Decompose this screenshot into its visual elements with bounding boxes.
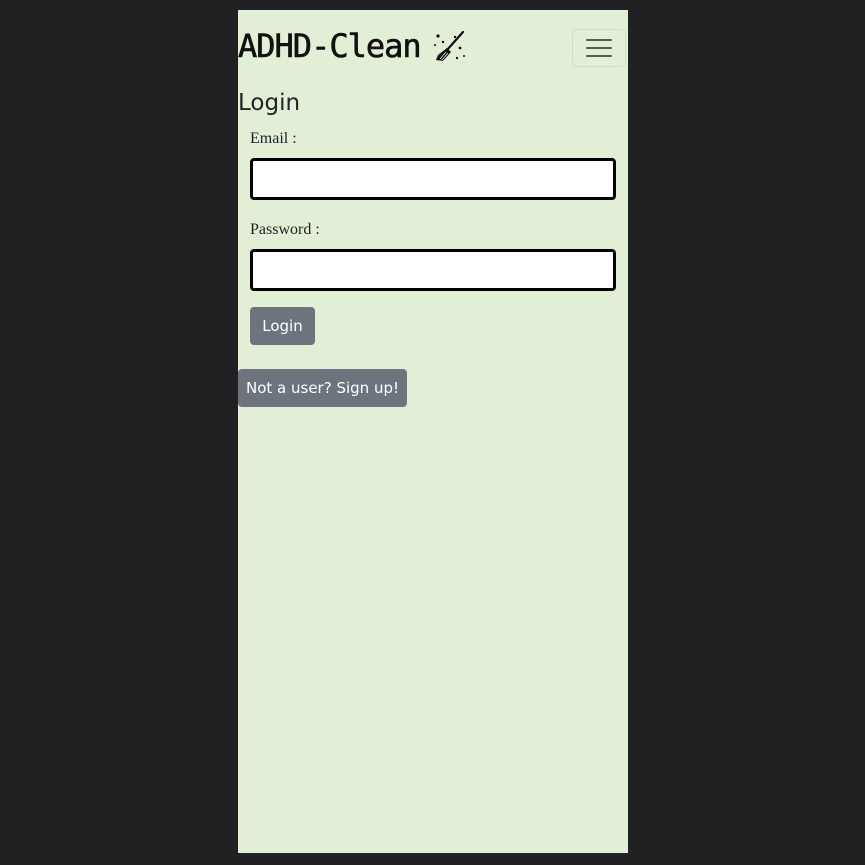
signup-button[interactable]: Not a user? Sign up!: [238, 369, 407, 407]
broom-icon: [433, 28, 467, 64]
hamburger-menu-icon: [586, 39, 612, 57]
page-title: Login: [238, 90, 301, 116]
app-viewport: ADHD-Clean Login Email: Password: Logi…: [238, 10, 628, 853]
password-label: Password :: [250, 221, 320, 238]
email-field[interactable]: [250, 158, 616, 200]
navbar: ADHD-Clean: [238, 10, 628, 88]
password-field[interactable]: [250, 249, 616, 291]
email-label: Email :: [250, 130, 297, 147]
login-button[interactable]: Login: [250, 307, 315, 345]
brand-title: ADHD-Clean: [238, 27, 422, 66]
brand-link[interactable]: ADHD-Clean: [238, 24, 467, 68]
menu-toggle-button[interactable]: [572, 29, 626, 67]
